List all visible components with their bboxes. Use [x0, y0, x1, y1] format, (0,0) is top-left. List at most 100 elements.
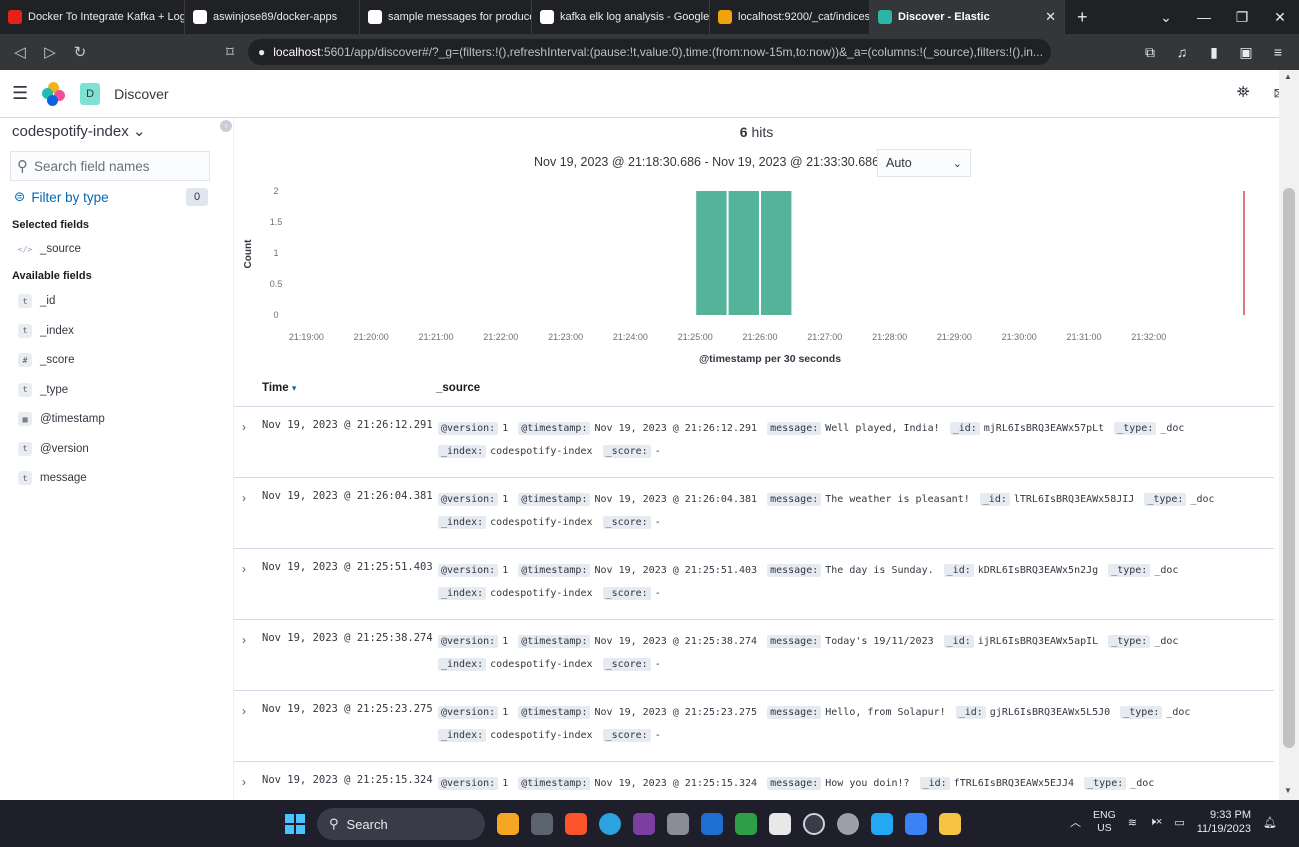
- source-value-index: codespotify-index: [490, 588, 593, 599]
- browser-menu-icon[interactable]: ≡: [1265, 44, 1291, 60]
- telegram-icon[interactable]: [599, 813, 621, 835]
- space-avatar[interactable]: D: [80, 82, 101, 105]
- close-window-icon[interactable]: ✕: [1261, 9, 1299, 26]
- field-sidebar: codespotify-index ⌄ ‹ ⚲ Search field nam…: [0, 118, 234, 800]
- x-tick-label: 21:25:00: [678, 332, 713, 342]
- widgets-icon[interactable]: [497, 813, 519, 835]
- histogram-bar[interactable]: [761, 191, 792, 315]
- back-icon[interactable]: ◁: [8, 43, 32, 61]
- browser-tab[interactable]: Docker To Integrate Kafka + Log: [0, 0, 185, 34]
- task-view-icon[interactable]: [531, 813, 553, 835]
- file-explorer-icon[interactable]: [939, 813, 961, 835]
- field-item[interactable]: t _type: [18, 381, 68, 399]
- source-key-score: _score:: [602, 516, 651, 529]
- field-item[interactable]: </> _source: [18, 240, 81, 258]
- interval-select[interactable]: Auto ⌄: [877, 149, 971, 177]
- forward-icon[interactable]: ▷: [38, 43, 62, 61]
- field-item[interactable]: ▦ @timestamp: [18, 410, 105, 428]
- source-value-score: -: [654, 446, 661, 457]
- expand-row-icon[interactable]: ›: [242, 562, 246, 576]
- time-column-header[interactable]: Time ▾: [262, 382, 296, 394]
- source-value-id: kDRL6IsBRQ3EAWx5n2Jg: [977, 565, 1099, 576]
- mail-app-icon[interactable]: [701, 813, 723, 835]
- system-clock[interactable]: 9:33 PM 11/19/2023: [1197, 808, 1251, 836]
- reload-icon[interactable]: ↻: [68, 43, 92, 61]
- field-name: _type: [40, 383, 69, 396]
- browser-tab[interactable]: Discover - Elastic ✕: [870, 0, 1065, 34]
- terminal-icon[interactable]: [735, 813, 757, 835]
- field-item[interactable]: t message: [18, 469, 87, 487]
- media-icon[interactable]: ♫: [1169, 44, 1195, 60]
- windows-start-icon[interactable]: [285, 814, 305, 834]
- tab-label: kafka elk log analysis - Google S: [560, 11, 710, 23]
- bookmark-icon[interactable]: ⌑: [218, 43, 242, 61]
- notepad-icon[interactable]: [769, 813, 791, 835]
- virtualbox-icon[interactable]: [667, 813, 689, 835]
- menu-icon[interactable]: ☰: [12, 83, 28, 104]
- volume-muted-icon[interactable]: 🕨×: [1149, 816, 1162, 829]
- x-tick-label: 21:19:00: [289, 332, 324, 342]
- new-tab-button[interactable]: +: [1065, 0, 1100, 34]
- histogram-chart[interactable]: 0 0.5 1 1.5 2 Count 21:19:00 21:20:00 21:21:00 21…: [234, 182, 1279, 372]
- elastic-logo-icon[interactable]: [42, 81, 66, 106]
- field-item[interactable]: t _index: [18, 322, 74, 340]
- window-controls: ⌄ — ❐ ✕: [1147, 0, 1299, 34]
- obs-icon[interactable]: [633, 813, 655, 835]
- sidebar-toggle-icon[interactable]: ▮: [1201, 44, 1227, 61]
- field-item[interactable]: # _score: [18, 351, 75, 369]
- browser-tab[interactable]: aswinjose89/docker-apps: [185, 0, 360, 34]
- expand-row-icon[interactable]: ›: [242, 704, 246, 718]
- tab-search-icon[interactable]: ⌄: [1147, 9, 1185, 26]
- hits-label: hits: [751, 124, 774, 140]
- site-info-icon[interactable]: ●: [258, 45, 265, 59]
- settings-icon[interactable]: [837, 813, 859, 835]
- help-icon[interactable]: ⛯: [1237, 84, 1250, 104]
- brave-browser-icon[interactable]: [565, 813, 587, 835]
- page-scrollbar[interactable]: ▲ ▼: [1279, 70, 1299, 800]
- search-field-names-input[interactable]: ⚲ Search field names: [10, 151, 210, 181]
- browser-tab[interactable]: localhost:9200/_cat/indices?v: [710, 0, 870, 34]
- url-input[interactable]: ● localhost:5601/app/discover#/?_g=(filt…: [248, 39, 1051, 65]
- row-source: @version: 1 @timestamp: Nov 19, 2023 @ 21:…: [438, 488, 1268, 534]
- notification-bell-icon[interactable]: 🔔︎: [1263, 816, 1277, 829]
- taskbar-search[interactable]: ⚲ Search: [317, 808, 485, 840]
- close-tab-icon[interactable]: ✕: [1045, 9, 1056, 25]
- speedometer-icon[interactable]: [803, 813, 825, 835]
- collapse-sidebar-icon[interactable]: ‹: [220, 120, 232, 132]
- scroll-up-icon[interactable]: ▲: [1284, 72, 1292, 81]
- vscode-icon[interactable]: [871, 813, 893, 835]
- breadcrumb: Discover: [114, 85, 169, 102]
- filter-by-type-button[interactable]: ⊜ Filter by type: [14, 189, 109, 205]
- expand-row-icon[interactable]: ›: [242, 420, 246, 434]
- scrollbar-thumb[interactable]: [1283, 188, 1295, 748]
- time-range-label: Nov 19, 2023 @ 21:18:30.686 - Nov 19, 20…: [534, 155, 880, 169]
- source-value-type: _doc: [1166, 707, 1191, 718]
- scroll-down-icon[interactable]: ▼: [1284, 786, 1292, 795]
- browser-tab[interactable]: sample messages for producer c: [360, 0, 532, 34]
- expand-row-icon[interactable]: ›: [242, 775, 246, 789]
- source-key-message: message:: [767, 564, 822, 577]
- expand-row-icon[interactable]: ›: [242, 491, 246, 505]
- index-pattern-selector[interactable]: codespotify-index ⌄: [12, 122, 145, 140]
- field-item[interactable]: t _id: [18, 292, 55, 310]
- chevron-up-icon[interactable]: ︿: [1070, 814, 1081, 830]
- minimize-icon[interactable]: —: [1185, 9, 1223, 25]
- x-tick-label: 21:20:00: [354, 332, 389, 342]
- source-value-id: lTRL6IsBRQ3EAWx58JIJ: [1013, 494, 1135, 505]
- histogram-bar[interactable]: [696, 191, 727, 315]
- source-key-type: _type:: [1084, 777, 1127, 790]
- expand-row-icon[interactable]: ›: [242, 633, 246, 647]
- wallet-icon[interactable]: ▣: [1233, 44, 1259, 61]
- table-row: › Nov 19, 2023 @ 21:25:51.403 @version: 1 @…: [234, 548, 1274, 619]
- wifi-icon[interactable]: ≋: [1128, 816, 1137, 829]
- restore-icon[interactable]: ❐: [1223, 9, 1261, 26]
- browser-tab[interactable]: kafka elk log analysis - Google S: [532, 0, 710, 34]
- source-value-message: The weather is pleasant!: [825, 494, 970, 505]
- sort-desc-icon[interactable]: ▾: [292, 383, 297, 393]
- field-item[interactable]: t @version: [18, 440, 89, 458]
- histogram-bar[interactable]: [728, 191, 759, 315]
- extensions-icon[interactable]: ⧉: [1137, 44, 1163, 61]
- language-indicator[interactable]: ENG US: [1093, 809, 1116, 835]
- battery-icon[interactable]: ▭: [1174, 816, 1184, 829]
- desktop-app-icon[interactable]: [905, 813, 927, 835]
